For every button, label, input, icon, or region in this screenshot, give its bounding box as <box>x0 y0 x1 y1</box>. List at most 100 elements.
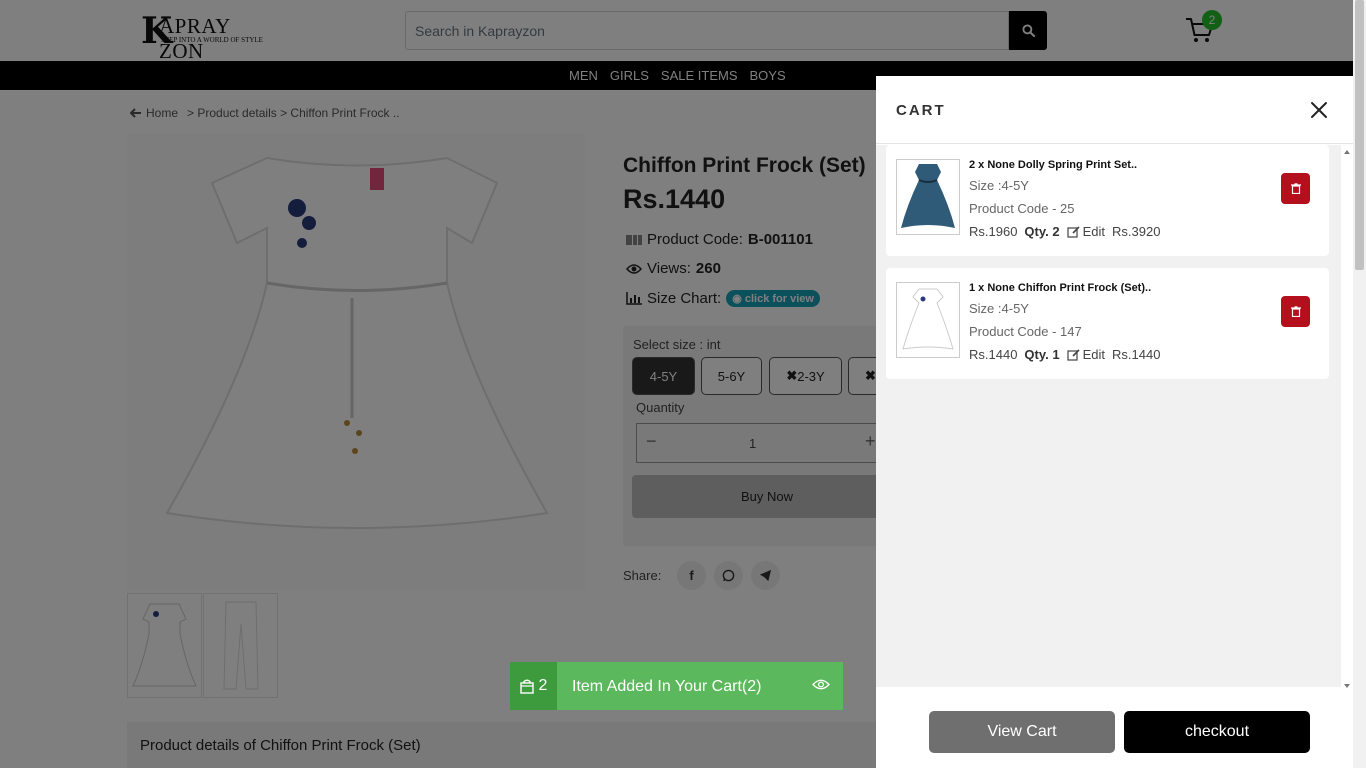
view-cart-button[interactable]: View Cart <box>929 711 1115 753</box>
cart-item-edit[interactable]: Edit <box>1066 347 1105 362</box>
buy-now-button[interactable]: Buy Now <box>632 475 902 518</box>
scroll-down-arrow-icon <box>1344 684 1350 688</box>
whatsapp-share-button[interactable] <box>714 561 743 590</box>
cart-item-code: Product Code - 147 <box>969 324 1082 339</box>
size-option-2-3y[interactable]: ✖ 2-3Y <box>769 357 842 395</box>
trash-icon <box>1290 306 1301 317</box>
size-option-4-5y[interactable]: 4-5Y <box>632 357 695 395</box>
quantity-decrease-button[interactable]: − <box>646 431 657 452</box>
product-title: Chiffon Print Frock (Set) <box>623 154 866 177</box>
cart-item-code: Product Code - 25 <box>969 201 1075 216</box>
delete-item-button[interactable] <box>1281 296 1310 327</box>
frock-thumb <box>132 603 197 687</box>
facebook-share-button[interactable]: f <box>677 561 706 590</box>
unavailable-x-icon: ✖ <box>786 368 798 383</box>
breadcrumb-trail[interactable]: > Product details > Chiffon Print Frock … <box>187 106 400 120</box>
cart-item-edit-label: Edit <box>1082 347 1105 362</box>
page-scrollbar-thumb[interactable] <box>1355 0 1364 270</box>
cart-item-size: Size :4-5Y <box>969 178 1029 193</box>
shopping-bag-icon <box>519 679 534 694</box>
arrow-left-icon[interactable] <box>130 108 142 118</box>
telegram-share-button[interactable] <box>751 561 780 590</box>
cart-item: 2 x None Dolly Spring Print Set.. Size :… <box>886 145 1329 256</box>
product-main-image[interactable] <box>127 133 585 591</box>
nav-item-boys[interactable]: BOYS <box>743 61 791 90</box>
cart-item-size: Size :4-5Y <box>969 301 1029 316</box>
delete-item-button[interactable] <box>1281 173 1310 204</box>
share-label: Share: <box>623 568 662 583</box>
cart-item-image[interactable] <box>896 159 960 235</box>
breadcrumb-home[interactable]: Home <box>146 106 178 120</box>
views-value: 260 <box>695 260 721 277</box>
cart-item-name: 1 x None Chiffon Print Frock (Set).. <box>969 282 1152 294</box>
unavailable-x-icon: ✖ <box>865 368 876 383</box>
size-option-label: 2-3Y <box>797 368 825 384</box>
search-button[interactable] <box>1009 11 1047 50</box>
scroll-up-arrow-icon <box>1344 150 1350 154</box>
product-details-header[interactable]: Product details of Chiffon Print Frock (… <box>127 722 887 768</box>
whatsapp-icon <box>722 569 735 582</box>
leggings-thumb <box>223 601 259 690</box>
size-chart-link[interactable]: ◉ click for view <box>726 290 820 307</box>
cart-items-list[interactable]: 2 x None Dolly Spring Print Set.. Size :… <box>876 145 1341 687</box>
toast-message: Item Added In Your Cart(2) <box>572 678 762 695</box>
telegram-icon <box>759 569 772 582</box>
product-details-heading: Product details of Chiffon Print Frock (… <box>140 737 421 754</box>
product-thumbnail-2[interactable] <box>203 593 278 698</box>
quantity-label: Quantity <box>636 400 685 415</box>
edit-icon <box>1066 225 1080 238</box>
dress-image <box>901 164 955 228</box>
search-icon <box>1021 24 1035 37</box>
cart-list-scrollbar[interactable] <box>1341 146 1353 692</box>
toast-count: 2 <box>510 662 557 710</box>
site-logo[interactable]: K APRAY ZON STEP INTO A WORLD OF STYLE <box>141 12 267 63</box>
cart-item: 1 x None Chiffon Print Frock (Set).. Siz… <box>886 268 1329 379</box>
size-chart-label: Size Chart: <box>647 290 722 307</box>
cart-item-edit[interactable]: Edit <box>1066 224 1105 239</box>
search-input[interactable] <box>405 11 1009 50</box>
cart-item-total: Rs.3920 <box>1112 224 1161 239</box>
size-chart-link-label: click for view <box>744 293 814 305</box>
quantity-stepper <box>636 423 896 463</box>
product-code-value: B-001101 <box>747 231 813 248</box>
barcode-icon <box>626 234 642 245</box>
cart-item-qty: Qty. 1 <box>1024 347 1060 362</box>
cart-drawer: CART 2 x None Dolly Spring Print Set.. S… <box>876 76 1353 768</box>
cart-item-unit-price: Rs.1960 <box>969 224 1018 239</box>
toast-count-value: 2 <box>538 677 548 694</box>
cart-item-unit-price: Rs.1440 <box>969 347 1018 362</box>
quantity-increase-button[interactable]: + <box>865 431 876 452</box>
quantity-value[interactable]: 1 <box>749 436 756 451</box>
trash-icon <box>1290 183 1301 194</box>
added-to-cart-toast[interactable]: 2 Item Added In Your Cart(2) <box>510 662 843 710</box>
facebook-icon: f <box>689 568 694 583</box>
size-chart-row: Size Chart: ◉ click for view <box>626 290 820 307</box>
nav-item-sale[interactable]: SALE ITEMS <box>655 61 744 90</box>
nav-item-men[interactable]: MEN <box>563 61 604 90</box>
eye-icon: ◉ <box>732 293 745 305</box>
product-price: Rs.1440 <box>623 184 726 214</box>
cart-item-price-row: Rs.1960 Qty. 2 Edit Rs.3920 <box>969 224 1160 239</box>
logo-tagline: STEP INTO A WORLD OF STYLE <box>161 36 263 44</box>
size-option-5-6y[interactable]: 5-6Y <box>701 357 762 395</box>
eye-icon <box>626 263 642 274</box>
cart-item-total: Rs.1440 <box>1112 347 1161 362</box>
product-thumbnail-1[interactable] <box>127 593 202 698</box>
breadcrumb: Home > Product details > Chiffon Print F… <box>130 106 400 120</box>
cart-item-image[interactable] <box>896 282 960 358</box>
cart-item-edit-label: Edit <box>1082 224 1105 239</box>
frock-image <box>165 156 549 529</box>
close-icon[interactable] <box>1307 98 1331 122</box>
cart-item-price-row: Rs.1440 Qty. 1 Edit Rs.1440 <box>969 347 1160 362</box>
top-header: K APRAY ZON STEP INTO A WORLD OF STYLE 2 <box>0 0 1353 63</box>
edit-icon <box>1066 348 1080 361</box>
frock-image <box>902 288 954 350</box>
bar-chart-icon <box>626 292 642 305</box>
views-row: Views: 260 <box>626 260 721 277</box>
page-scrollbar[interactable] <box>1353 0 1366 768</box>
cart-count-badge: 2 <box>1202 10 1222 30</box>
views-label: Views: <box>647 260 691 277</box>
nav-item-girls[interactable]: GIRLS <box>604 61 655 90</box>
checkout-button[interactable]: checkout <box>1124 711 1310 753</box>
eye-icon[interactable] <box>812 678 830 691</box>
